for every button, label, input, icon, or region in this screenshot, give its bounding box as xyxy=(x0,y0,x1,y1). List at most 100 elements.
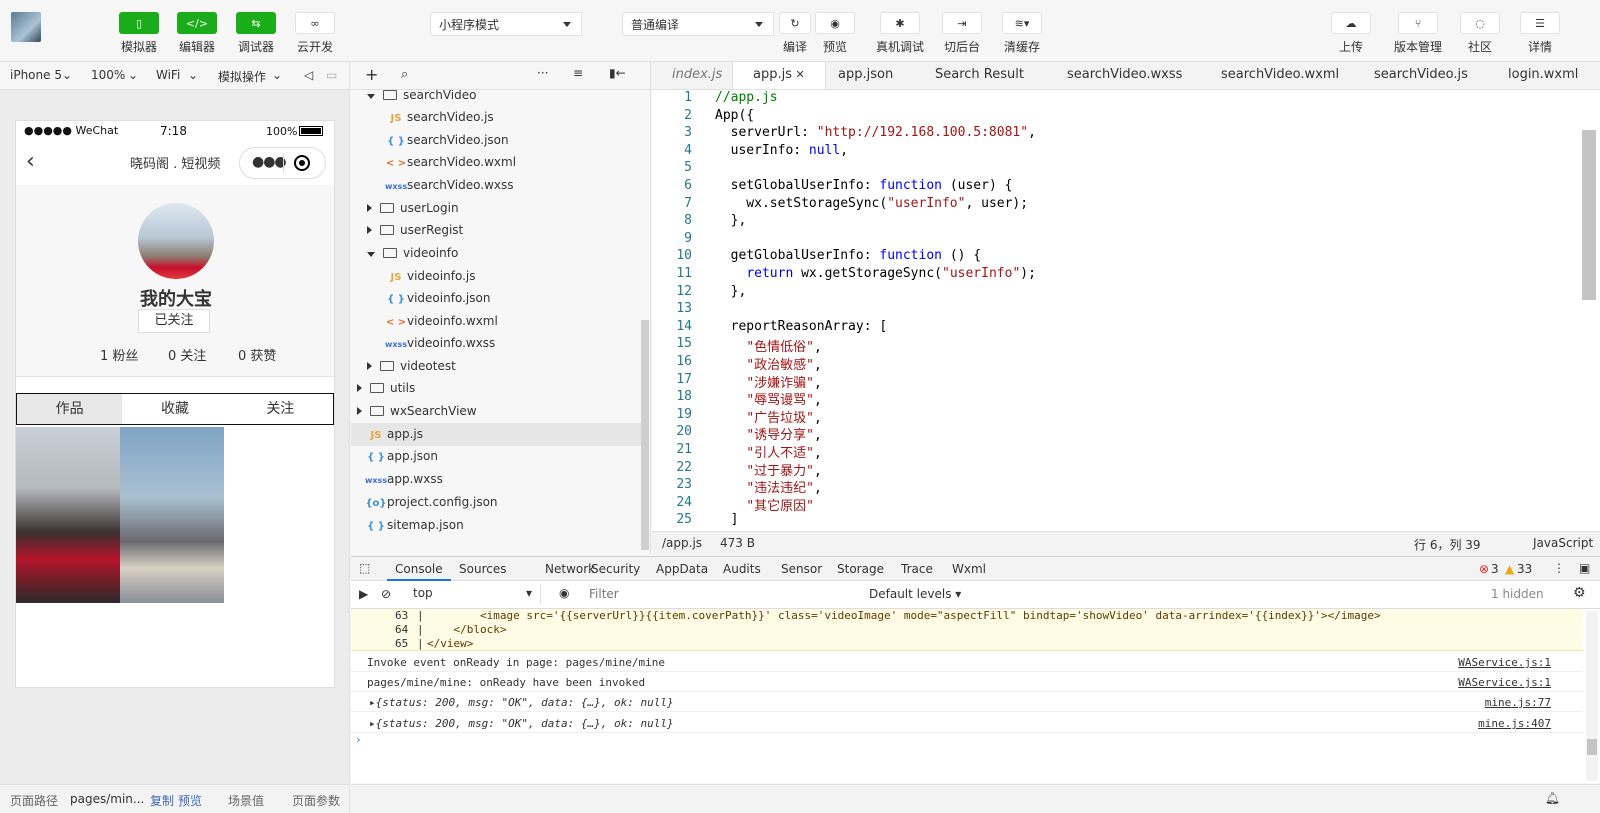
tree-item[interactable]: < >searchVideo.wxml xyxy=(351,151,641,174)
details-button[interactable]: ☰ 详情 xyxy=(1511,12,1569,55)
language-mode[interactable]: JavaScript xyxy=(1533,536,1593,550)
tree-item[interactable]: videotest xyxy=(351,355,641,378)
zoom-select[interactable]: 100% xyxy=(91,68,125,82)
tree-item[interactable]: wxssvideoinfo.wxss xyxy=(351,332,641,355)
tab-favorites[interactable]: 收藏 xyxy=(122,394,227,424)
more-icon[interactable]: ··· xyxy=(537,66,548,80)
tree-item[interactable]: videoinfo xyxy=(351,242,641,265)
clear-console-icon[interactable]: ⊘ xyxy=(381,587,391,601)
video-cover-1[interactable] xyxy=(16,427,120,603)
version-button[interactable]: ⑂ 版本管理 xyxy=(1386,12,1450,55)
context-select[interactable]: top ▾ xyxy=(403,584,541,604)
console-log-row[interactable]: pages/mine/mine: onReady have been invok… xyxy=(351,672,1583,692)
tree-item[interactable]: JS app.js xyxy=(351,423,641,446)
eye-icon[interactable]: ◉ xyxy=(559,586,569,600)
tree-scrollbar[interactable] xyxy=(641,320,649,550)
mode-select[interactable]: 小程序模式 xyxy=(430,12,582,36)
console-log-row[interactable]: ▸{status: 200, msg: "OK", data: {…}, ok:… xyxy=(351,713,1583,733)
project-avatar[interactable] xyxy=(11,12,41,42)
debugger-button[interactable]: ⇆ 调试器 xyxy=(227,12,285,55)
console-source-link[interactable]: WAService.js:1 xyxy=(1458,656,1551,669)
close-icon[interactable]: ✕ xyxy=(792,68,804,81)
error-count[interactable]: 3 xyxy=(1491,562,1499,576)
devtools-tab[interactable]: Storage xyxy=(837,562,884,576)
levels-select[interactable]: Default levels ▾ xyxy=(869,587,961,601)
split-icon[interactable]: ▮← xyxy=(609,66,626,80)
editor-tab[interactable]: searchVideo.js xyxy=(1374,62,1468,89)
preview-link[interactable]: 预览 xyxy=(178,792,202,809)
close-circle-icon[interactable] xyxy=(294,155,310,171)
follow-button[interactable]: 已关注 xyxy=(138,309,210,333)
tree-item[interactable]: < >videoinfo.wxml xyxy=(351,310,641,333)
tab-works[interactable]: 作品 xyxy=(17,394,123,424)
editor-tab[interactable]: searchVideo.wxss xyxy=(1067,62,1182,89)
editor-button[interactable]: </> 编辑器 xyxy=(168,12,226,55)
page-params-button[interactable]: 页面参数 xyxy=(292,792,340,809)
bell-icon[interactable]: 🔔︎ xyxy=(1545,791,1560,805)
console-log-row[interactable]: Invoke event onReady in page: pages/mine… xyxy=(351,652,1583,672)
tree-item[interactable]: userLogin xyxy=(351,197,641,220)
tree-item[interactable]: wxssapp.wxss xyxy=(351,468,641,491)
editor-tab[interactable]: app.js ✕ xyxy=(732,62,826,89)
code-editor[interactable]: 1 //app.js 2 App({3 serverUrl: "http://192.… xyxy=(652,90,1600,531)
warning-count[interactable]: 33 xyxy=(1517,562,1532,576)
editor-tab[interactable]: searchVideo.wxml xyxy=(1221,62,1339,89)
simulator-button[interactable]: ▯ 模拟器 xyxy=(110,12,168,55)
console-scrollbar[interactable] xyxy=(1586,611,1598,781)
devtools-tab[interactable]: AppData xyxy=(656,562,708,576)
console-source-link[interactable]: mine.js:77 xyxy=(1485,696,1551,709)
devtools-tab[interactable]: Network xyxy=(545,562,595,576)
editor-tab[interactable]: Search Result xyxy=(935,62,1024,89)
editor-scrollbar[interactable] xyxy=(1582,130,1596,300)
tree-item[interactable]: wxSearchView xyxy=(351,400,641,423)
ops-select[interactable]: 模拟操作 xyxy=(218,68,266,85)
devtools-tab[interactable]: Audits xyxy=(723,562,761,576)
add-icon[interactable]: + xyxy=(365,65,378,84)
community-button[interactable]: ◌ 社区 xyxy=(1451,12,1509,55)
tree-item[interactable]: JS searchVideo.js xyxy=(351,106,641,129)
tree-item[interactable]: { } app.json xyxy=(351,445,641,468)
sidebar-toggle-icon[interactable]: ▶ xyxy=(359,587,368,601)
upload-button[interactable]: ☁ 上传 xyxy=(1322,12,1380,55)
video-cover-2[interactable] xyxy=(120,427,224,603)
background-button[interactable]: ⇥ 切后台 xyxy=(932,12,992,55)
tree-item[interactable]: { } videoinfo.json xyxy=(351,287,641,310)
collapse-icon[interactable]: ≡ xyxy=(573,66,583,80)
tree-item[interactable]: searchVideo xyxy=(351,90,641,107)
scene-button[interactable]: 场景值 xyxy=(228,792,264,809)
popout-icon[interactable]: ▭ xyxy=(326,68,337,82)
more-vert-icon[interactable]: ⋮ xyxy=(1553,561,1565,575)
dock-icon[interactable]: ▣ xyxy=(1579,561,1590,575)
tab-follows[interactable]: 关注 xyxy=(228,394,333,424)
console-source-link[interactable]: WAService.js:1 xyxy=(1458,676,1551,689)
tree-item[interactable]: userRegist xyxy=(351,219,641,242)
avatar[interactable] xyxy=(138,203,214,279)
console-log-row[interactable]: ▸{status: 200, msg: "OK", data: {…}, ok:… xyxy=(351,692,1583,712)
devtools-tab[interactable]: Trace xyxy=(901,562,933,576)
cloud-dev-button[interactable]: ∞ 云开发 xyxy=(286,12,344,55)
mute-icon[interactable]: ◁ xyxy=(304,68,313,82)
gear-icon[interactable]: ⚙ xyxy=(1573,585,1586,601)
console-filter-input[interactable] xyxy=(589,584,845,604)
editor-tab[interactable]: app.json xyxy=(838,62,893,89)
editor-tab[interactable]: login.wxml xyxy=(1508,62,1578,89)
remote-debug-button[interactable]: ✱ 真机调试 xyxy=(868,12,932,55)
devtools-tab[interactable]: Sources xyxy=(459,562,506,576)
console-prompt-icon[interactable]: › xyxy=(355,733,362,746)
devtools-tab[interactable]: Sensor xyxy=(781,562,822,576)
back-arrow-icon[interactable]: ‹ xyxy=(26,149,35,174)
clear-cache-button[interactable]: ≋▾ 清缓存 xyxy=(992,12,1052,55)
devtools-tab[interactable]: Security xyxy=(591,562,640,576)
tree-item[interactable]: {o}project.config.json xyxy=(351,491,641,514)
network-select[interactable]: WiFi xyxy=(156,68,180,82)
tree-item[interactable]: wxsssearchVideo.wxss xyxy=(351,174,641,197)
tree-item[interactable]: utils xyxy=(351,377,641,400)
tree-item[interactable]: { } searchVideo.json xyxy=(351,129,641,152)
cursor-position[interactable]: 行 6，列 39 xyxy=(1414,536,1481,553)
preview-button[interactable]: ◉ 预览 xyxy=(805,12,865,55)
compile-select[interactable]: 普通编译 xyxy=(622,12,774,36)
tree-item[interactable]: JS videoinfo.js xyxy=(351,265,641,288)
inspect-icon[interactable]: ⬚ xyxy=(359,561,370,575)
editor-tab[interactable]: index.js xyxy=(672,62,722,89)
console-source-link[interactable]: mine.js:407 xyxy=(1478,717,1551,730)
